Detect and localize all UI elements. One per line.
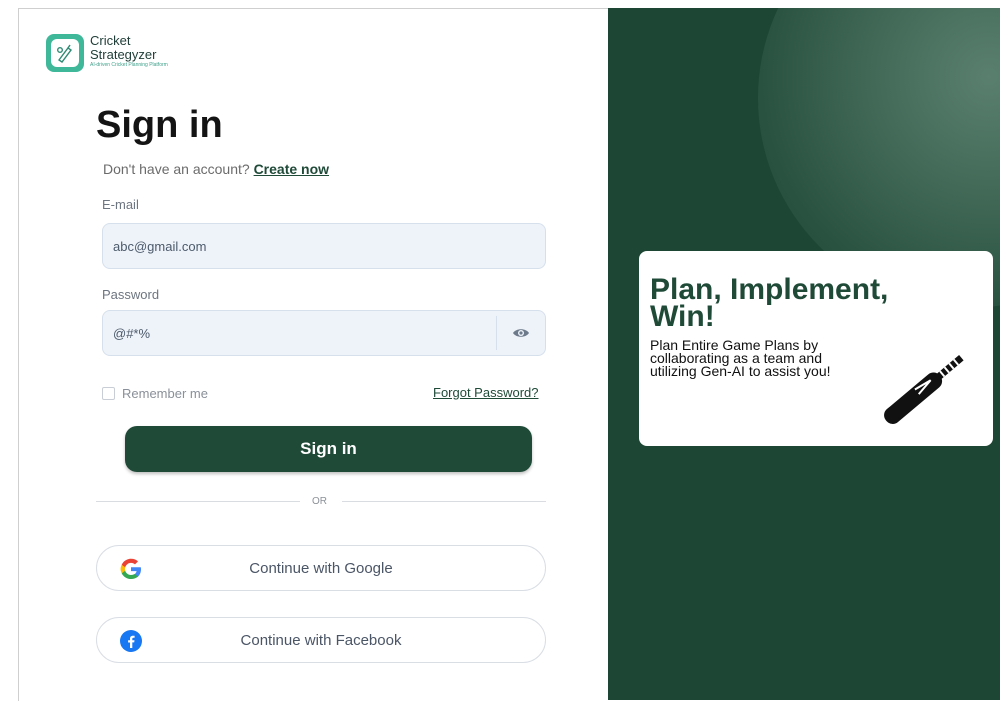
no-account-text: Don't have an account? — [103, 161, 250, 177]
brand-logo[interactable]: Cricket Strategyzer AI-driven Cricket Pl… — [46, 34, 168, 72]
forgot-password-link[interactable]: Forgot Password? — [433, 385, 539, 400]
remember-me[interactable]: Remember me — [102, 386, 208, 401]
brand-tagline: AI-driven Cricket Planning Platform — [90, 62, 168, 68]
password-value: @#*% — [113, 325, 151, 341]
brand-name-line2: Strategyzer — [90, 47, 157, 62]
sign-in-button[interactable]: Sign in — [125, 426, 532, 472]
password-field[interactable]: @#*% — [102, 310, 546, 356]
google-icon — [120, 558, 141, 579]
no-account-prompt: Don't have an account? Create now — [103, 161, 329, 177]
create-account-link[interactable]: Create now — [254, 161, 329, 177]
remember-me-checkbox[interactable] — [102, 387, 115, 400]
cricket-bat-logo-icon — [46, 34, 84, 72]
google-signin-label: Continue with Google — [249, 559, 393, 577]
divider-left — [96, 501, 300, 502]
remember-me-label: Remember me — [122, 386, 208, 401]
cricket-bat-icon — [884, 355, 964, 424]
promo-body: Plan Entire Game Plans by collaborating … — [650, 337, 831, 379]
email-label: E-mail — [102, 197, 139, 212]
brand-name-line1: Cricket — [90, 33, 131, 48]
facebook-icon — [120, 630, 142, 652]
email-field[interactable]: abc@gmail.com — [102, 223, 546, 269]
promo-card: Plan, Implement, Win! Plan Entire Game P… — [639, 251, 993, 446]
facebook-signin-label: Continue with Facebook — [240, 631, 402, 649]
email-value: abc@gmail.com — [113, 238, 207, 254]
facebook-signin-button[interactable]: Continue with Facebook — [96, 617, 546, 663]
divider-right — [342, 501, 546, 502]
brand-name: Cricket Strategyzer AI-driven Cricket Pl… — [90, 34, 168, 69]
page-title: Sign in — [96, 104, 223, 146]
password-label: Password — [102, 287, 160, 302]
eye-icon[interactable] — [497, 311, 545, 355]
google-signin-button[interactable]: Continue with Google — [96, 545, 546, 591]
or-separator: OR — [312, 496, 327, 507]
